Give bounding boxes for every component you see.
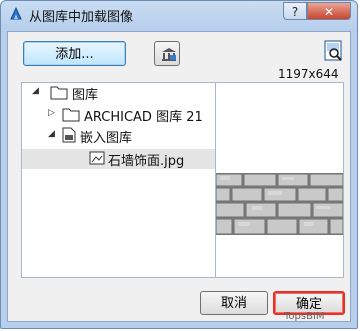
title-bar[interactable]: 从图库中加载图像 ? ✕ <box>1 1 357 31</box>
zoom-preview-icon <box>324 40 342 61</box>
app-icon <box>10 7 22 20</box>
image-file-icon <box>89 151 105 165</box>
tree-item-library[interactable]: ◢ 图库 <box>22 83 215 103</box>
library-tree[interactable]: ◢ 图库 ▷ ARCHICAD 图库 21 ◢ 嵌入图库 石墙饰面.jpg <box>21 82 216 278</box>
watermark: TopsBIM <box>284 311 325 322</box>
close-button[interactable]: ✕ <box>307 2 351 20</box>
expand-arrow-icon[interactable]: ◢ <box>48 129 55 139</box>
library-icon <box>162 48 176 61</box>
dialog-body: 添加... 1197x644 ◢ 图库 ▷ ARCHICAD 图库 21 ◢ 嵌… <box>7 31 351 322</box>
tree-item-stone-wall-jpg[interactable]: 石墙饰面.jpg <box>22 149 215 169</box>
tree-item-label: ARCHICAD 图库 21 <box>84 110 203 125</box>
help-button[interactable]: ? <box>283 2 307 20</box>
library-button[interactable] <box>154 41 180 66</box>
expand-arrow-icon[interactable]: ◢ <box>32 86 39 96</box>
tree-item-label: 石墙饰面.jpg <box>108 154 185 169</box>
embedded-file-icon <box>62 127 76 143</box>
image-size-label: 1197x644 <box>278 67 339 81</box>
tree-item-archicad-library[interactable]: ▷ ARCHICAD 图库 21 <box>22 105 215 125</box>
folder-icon <box>62 108 80 122</box>
folder-icon <box>50 86 68 100</box>
cancel-button[interactable]: 取消 <box>200 291 268 315</box>
tree-item-label: 嵌入图库 <box>80 131 133 146</box>
add-button[interactable]: 添加... <box>23 41 126 66</box>
dialog-window: 从图库中加载图像 ? ✕ 添加... 1197x644 ◢ 图库 ▷ ARCHI… <box>0 0 358 329</box>
window-title: 从图库中加载图像 <box>29 10 134 25</box>
tree-item-label: 图库 <box>72 88 99 103</box>
zoom-preview-button[interactable] <box>317 39 342 63</box>
collapse-arrow-icon[interactable]: ▷ <box>48 108 55 118</box>
tree-item-embedded-library[interactable]: ◢ 嵌入图库 <box>22 126 215 146</box>
stone-wall-preview-image <box>216 173 343 235</box>
image-preview <box>216 82 344 278</box>
